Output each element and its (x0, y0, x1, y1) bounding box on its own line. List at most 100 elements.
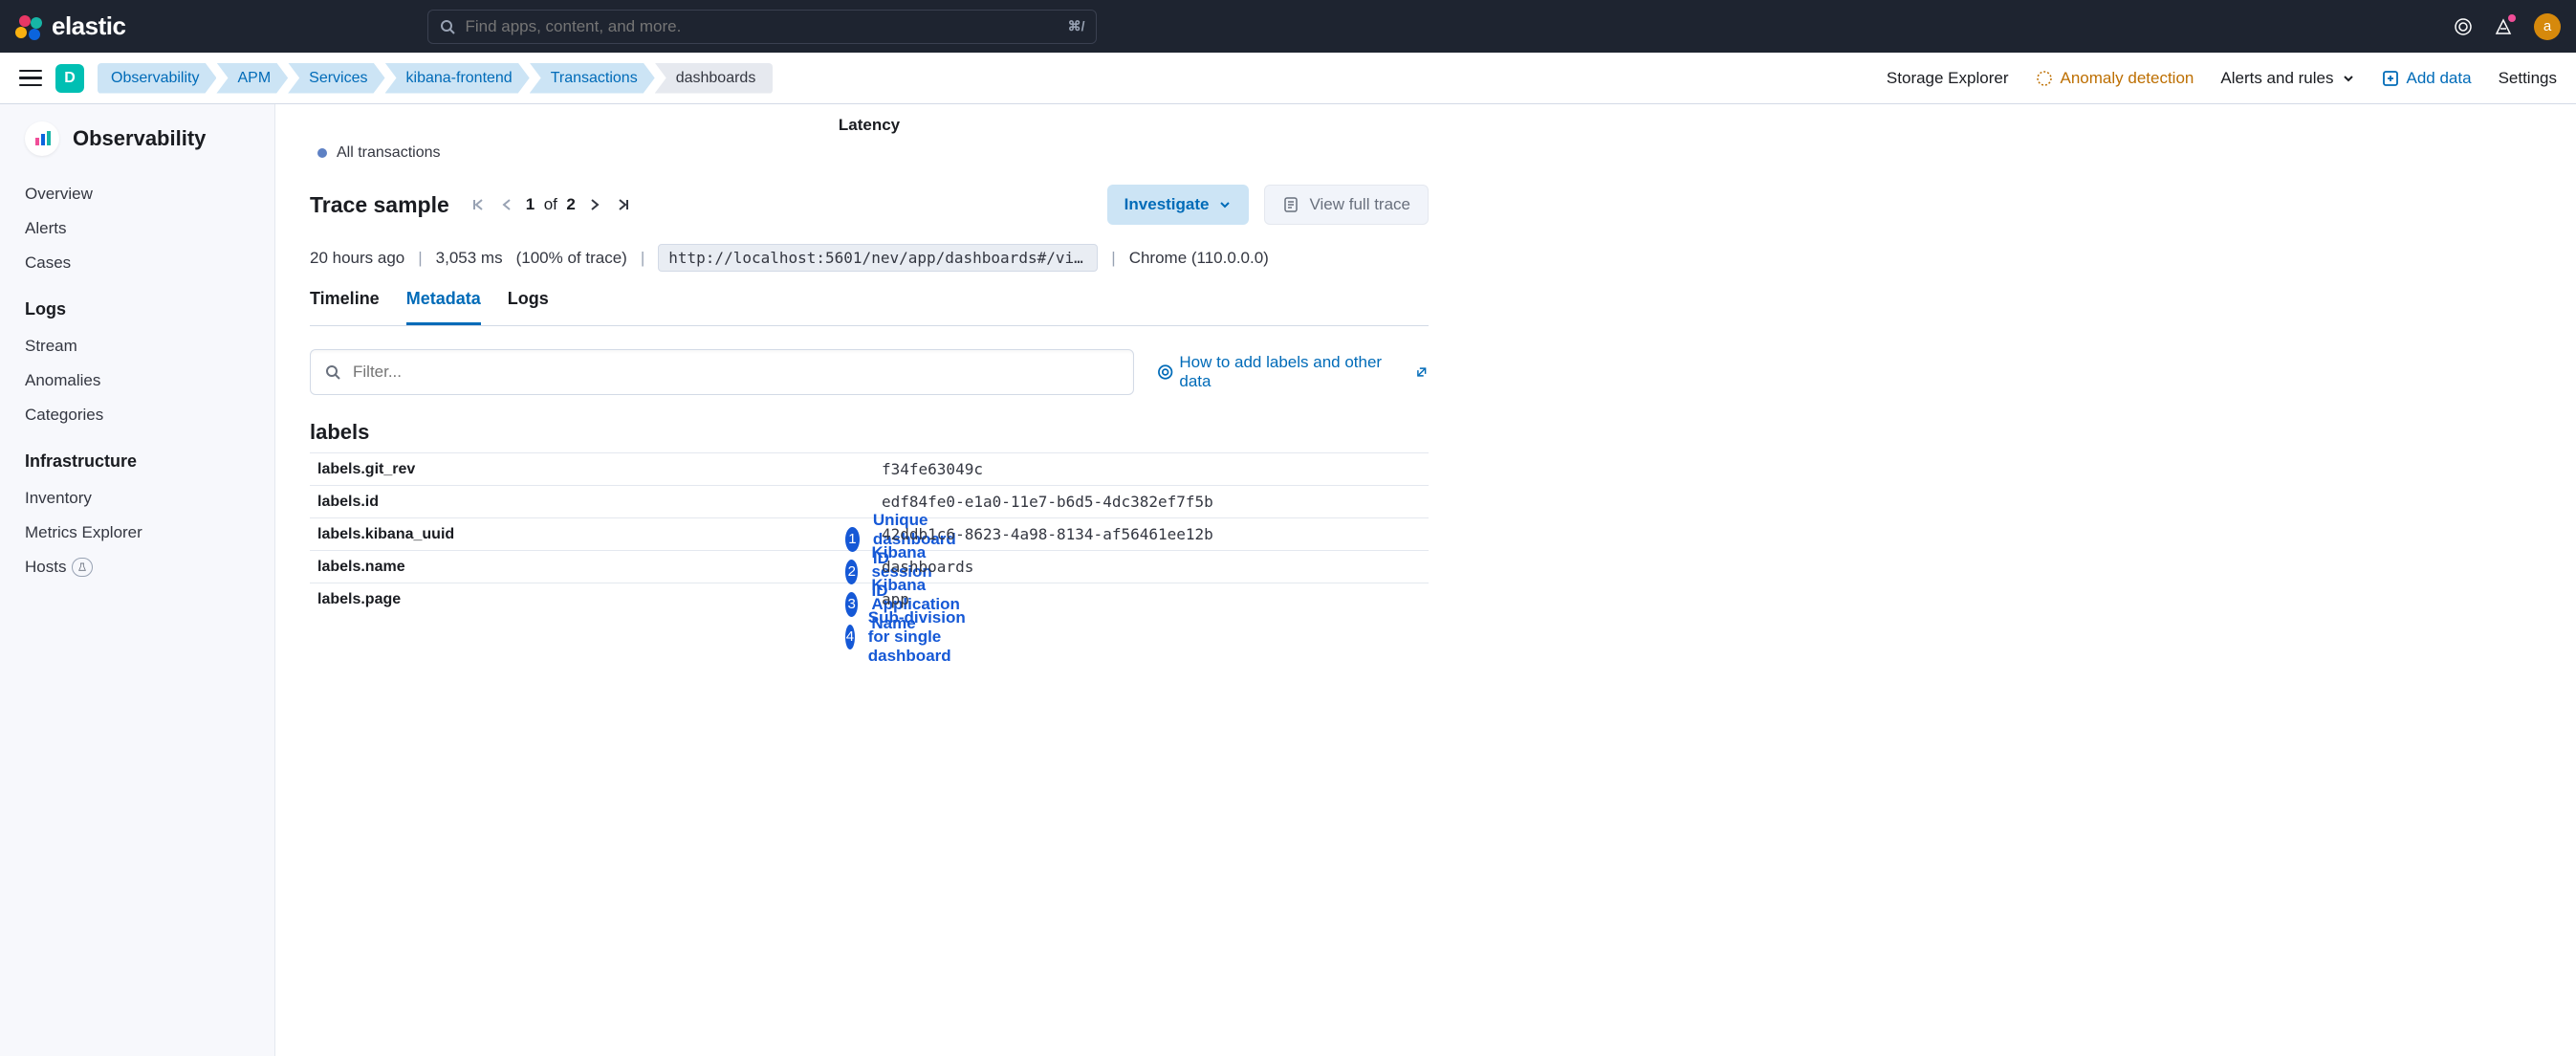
pager-next-button[interactable] (585, 195, 604, 214)
help-icon[interactable] (2454, 17, 2473, 36)
newsfeed-icon[interactable] (2494, 17, 2513, 36)
sidebar: Observability Overview Alerts Cases Logs… (0, 104, 275, 1056)
labels-table: labels.git_revf34fe63049clabels.id1Uniqu… (310, 452, 1429, 615)
view-full-trace-button[interactable]: View full trace (1264, 185, 1429, 225)
legend-label: All transactions (337, 144, 441, 162)
investigate-button[interactable]: Investigate (1107, 185, 1250, 225)
sidebar-item-alerts[interactable]: Alerts (25, 211, 250, 246)
trace-sample-title: Trace sample (310, 192, 449, 218)
sidebar-item-stream[interactable]: Stream (25, 329, 250, 363)
search-icon (324, 363, 341, 381)
sidebar-title: Observability (73, 126, 206, 151)
search-shortcut: ⌘/ (1068, 18, 1085, 34)
filter-row: How to add labels and other data (310, 349, 1429, 395)
sub-header: D Observability APM Services kibana-fron… (0, 53, 2576, 104)
global-search-input[interactable] (465, 17, 1058, 36)
trace-tabs: Timeline Metadata Logs (310, 287, 1429, 326)
main-content: Latency All transactions Trace sample 1 … (275, 104, 2576, 1056)
user-avatar[interactable]: a (2534, 13, 2561, 40)
trace-duration: 3,053 ms (436, 249, 503, 268)
pager-total: 2 (566, 195, 575, 213)
tab-timeline[interactable]: Timeline (310, 287, 380, 325)
sidebar-item-metrics-explorer[interactable]: Metrics Explorer (25, 516, 250, 550)
sidebar-group-top: Overview Alerts Cases (0, 177, 274, 280)
label-key: labels.name3Kibana Application Name (310, 551, 874, 583)
trace-actions: Investigate View full trace (1107, 185, 1429, 225)
document-icon (1282, 196, 1299, 213)
add-data-link[interactable]: Add data (2382, 69, 2472, 88)
brand-logo[interactable]: elastic (15, 11, 125, 41)
observability-icon (25, 121, 59, 156)
add-data-icon (2382, 70, 2399, 87)
alerts-label: Alerts and rules (2220, 69, 2333, 88)
breadcrumb-apm[interactable]: APM (216, 63, 288, 94)
chevron-down-icon (1218, 198, 1232, 211)
pager-prev-button[interactable] (497, 195, 516, 214)
trace-url-chip[interactable]: http://localhost:5601/nev/app/dashboards… (658, 244, 1098, 272)
label-key: labels.page4Sub-division for single dash… (310, 583, 874, 616)
trace-timestamp: 20 hours ago (310, 249, 404, 268)
space-selector[interactable]: D (55, 64, 84, 93)
sidebar-group-infra-title: Infrastructure (25, 451, 250, 472)
label-value: 42ddb1c6-8623-4a98-8134-af56461ee12b (874, 518, 1429, 551)
tab-metadata[interactable]: Metadata (406, 287, 481, 325)
breadcrumb-observability[interactable]: Observability (98, 63, 216, 94)
breadcrumbs: Observability APM Services kibana-fronte… (98, 63, 773, 94)
brand-text: elastic (52, 11, 125, 41)
settings-link[interactable]: Settings (2499, 69, 2557, 88)
trace-percent: (100% of trace) (516, 249, 627, 268)
notification-dot (2508, 14, 2516, 22)
global-search: ⌘/ (427, 10, 1097, 44)
breadcrumb-current: dashboards (655, 63, 774, 94)
chart-title: Latency (839, 116, 900, 134)
anomaly-detection-link[interactable]: Anomaly detection (2036, 69, 2194, 88)
sidebar-item-overview[interactable]: Overview (25, 177, 250, 211)
nav-toggle-icon[interactable] (19, 67, 42, 90)
pager-text: 1 of 2 (526, 195, 576, 214)
metadata-filter-box[interactable] (310, 349, 1134, 395)
metadata-filter-input[interactable] (353, 363, 1120, 382)
breadcrumb-services[interactable]: Services (288, 63, 384, 94)
table-row: labels.git_revf34fe63049c (310, 453, 1429, 486)
breadcrumb-transactions[interactable]: Transactions (530, 63, 655, 94)
table-row: labels.kibana_uuid2Kibana session ID42dd… (310, 518, 1429, 551)
legend-dot-icon (317, 148, 327, 158)
sub-header-right: Storage Explorer Anomaly detection Alert… (1887, 69, 2557, 88)
trace-pager: 1 of 2 (469, 195, 633, 214)
trace-meta-row: 20 hours ago | 3,053 ms (100% of trace) … (310, 231, 1429, 287)
annotation-number: 4 (845, 625, 855, 649)
sidebar-item-inventory[interactable]: Inventory (25, 481, 250, 516)
pager-of: of (544, 195, 557, 213)
sidebar-item-anomalies[interactable]: Anomalies (25, 363, 250, 398)
external-link-icon (1415, 365, 1429, 379)
view-full-label: View full trace (1309, 195, 1410, 214)
label-key: labels.kibana_uuid2Kibana session ID (310, 518, 874, 551)
pager-first-button[interactable] (469, 195, 488, 214)
labels-section-title: labels (310, 420, 1429, 445)
sidebar-group-logs: Logs Stream Anomalies Categories (0, 299, 274, 432)
anomaly-icon (2036, 70, 2053, 87)
flask-icon (72, 558, 93, 577)
sidebar-item-categories[interactable]: Categories (25, 398, 250, 432)
sidebar-group-infra: Infrastructure Inventory Metrics Explore… (0, 451, 274, 584)
global-header: elastic ⌘/ a (0, 0, 2576, 53)
label-key: labels.id1Unique dashboard ID (310, 486, 874, 518)
breadcrumb-service-name[interactable]: kibana-frontend (385, 63, 530, 94)
labels-help-link[interactable]: How to add labels and other data (1157, 353, 1429, 391)
tab-logs[interactable]: Logs (508, 287, 549, 325)
separator: | (1111, 249, 1115, 268)
chevron-down-icon (2342, 72, 2355, 85)
sidebar-item-cases[interactable]: Cases (25, 246, 250, 280)
alerts-rules-menu[interactable]: Alerts and rules (2220, 69, 2354, 88)
chart-title-row: Latency (310, 104, 1429, 139)
global-search-box[interactable]: ⌘/ (427, 10, 1097, 44)
investigate-label: Investigate (1124, 195, 1210, 214)
anomaly-label: Anomaly detection (2061, 69, 2194, 88)
sidebar-heading: Observability (0, 121, 274, 177)
header-right: a (2454, 13, 2561, 40)
help-circle-icon (1157, 363, 1173, 381)
pager-last-button[interactable] (614, 195, 633, 214)
annotation-text: Sub-division for single dashboard (868, 608, 967, 666)
storage-explorer-link[interactable]: Storage Explorer (1887, 69, 2009, 88)
sidebar-item-hosts[interactable]: Hosts (25, 550, 250, 584)
